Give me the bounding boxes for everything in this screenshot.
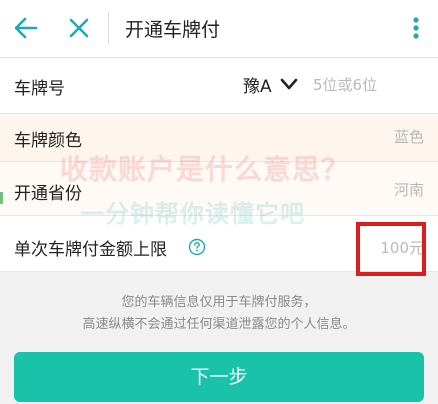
question-circle-icon[interactable] (188, 238, 206, 256)
next-step-button[interactable]: 下一步 (14, 352, 424, 402)
page-title: 开通车牌付 (125, 19, 221, 41)
chevron-down-icon[interactable] (279, 74, 299, 94)
notice-line-2: 高速纵横不会通过任何渠道泄露您的个人信息。 (82, 317, 356, 332)
plate-color-row[interactable]: 车牌颜色 蓝色 (0, 114, 438, 162)
province-row[interactable]: 开通省份 河南 (0, 162, 438, 216)
plate-color-label: 车牌颜色 (14, 131, 82, 151)
title-bar: 开通车牌付 (0, 0, 438, 58)
plate-number-label: 车牌号 (14, 79, 65, 99)
plate-number-input[interactable]: 5位或6位 (313, 74, 377, 95)
plate-color-value: 蓝色 (393, 128, 424, 146)
more-vertical-icon[interactable] (404, 14, 428, 42)
payment-limit-label: 单次车牌付金额上限 (14, 240, 167, 260)
privacy-notice: 您的车辆信息仅用于车牌付服务， 高速纵横不会通过任何渠道泄露您的个人信息。 (0, 292, 438, 336)
plate-province-select[interactable]: 豫A (243, 72, 272, 97)
province-value: 河南 (393, 181, 424, 199)
notice-line-1: 您的车辆信息仅用于车牌付服务， (121, 295, 317, 310)
close-icon[interactable] (65, 14, 93, 42)
title-divider (108, 12, 109, 44)
arrow-left-icon[interactable] (12, 14, 40, 42)
province-label: 开通省份 (14, 184, 82, 204)
highlight-box (356, 222, 426, 276)
plate-number-row: 车牌号 豫A 5位或6位 (0, 58, 438, 114)
row-marker (0, 192, 3, 204)
